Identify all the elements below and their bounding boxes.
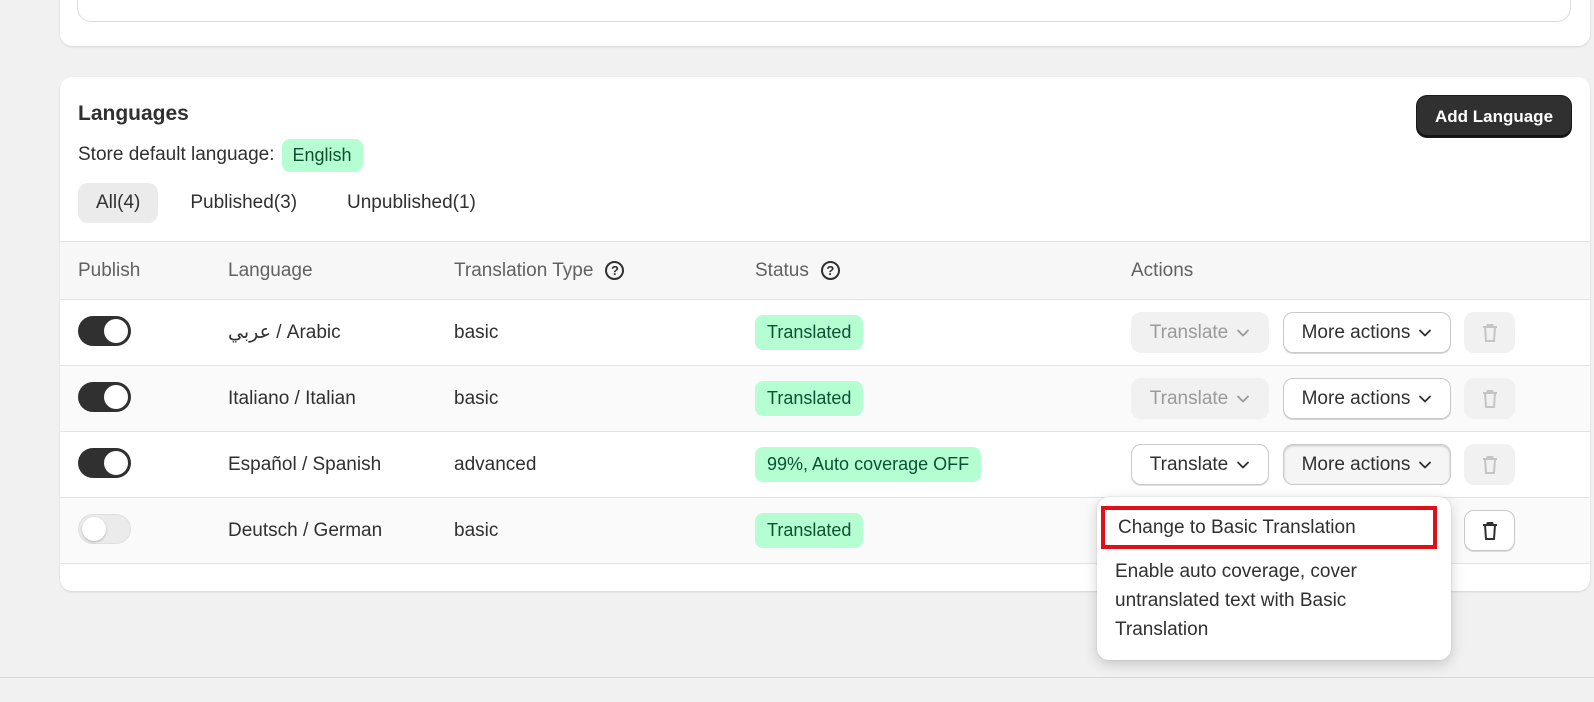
header-status-label: Status	[755, 259, 809, 281]
trash-icon	[1482, 323, 1497, 342]
toggle-knob	[104, 385, 128, 409]
language-name: Español / Spanish	[228, 453, 382, 475]
help-icon[interactable]: ?	[605, 261, 625, 280]
status-cell: Translated	[755, 498, 864, 563]
help-icon[interactable]: ?	[820, 261, 840, 280]
status-badge: Translated	[755, 315, 864, 350]
table-row: عربي / Arabic basic Translated Translate…	[60, 300, 1590, 366]
status-badge: Translated	[755, 381, 864, 416]
chevron-down-icon	[1237, 395, 1250, 402]
toggle-knob	[104, 451, 128, 475]
more-actions-button[interactable]: More actions	[1283, 444, 1451, 485]
add-language-button[interactable]: Add Language	[1417, 96, 1571, 137]
chevron-down-icon	[1419, 395, 1432, 402]
header-language: Language	[228, 259, 313, 281]
delete-button[interactable]	[1464, 444, 1515, 485]
status-badge: 99%, Auto coverage OFF	[755, 447, 982, 482]
toggle-knob	[82, 517, 106, 541]
trash-icon	[1482, 389, 1497, 408]
menu-item-change-to-basic[interactable]: Change to Basic Translation	[1101, 506, 1437, 549]
tab-published[interactable]: Published(3)	[172, 183, 315, 223]
status-cell: Translated	[755, 366, 864, 431]
tab-unpublished[interactable]: Unpublished(1)	[329, 183, 494, 223]
translate-button[interactable]: Translate	[1131, 378, 1269, 419]
header-status: Status ?	[755, 242, 840, 299]
default-language-label: Store default language:	[78, 144, 275, 165]
trash-icon	[1482, 455, 1497, 474]
more-actions-button[interactable]: More actions	[1283, 312, 1451, 353]
toggle-knob	[104, 319, 128, 343]
chevron-down-icon	[1237, 461, 1250, 468]
delete-button[interactable]	[1464, 312, 1515, 353]
divider	[0, 677, 1594, 678]
more-actions-label: More actions	[1301, 453, 1411, 475]
translate-button[interactable]: Translate	[1131, 312, 1269, 353]
table-row: Italiano / Italian basic Translated Tran…	[60, 366, 1590, 432]
header-publish: Publish	[78, 259, 141, 281]
translate-button[interactable]: Translate	[1131, 444, 1269, 485]
header-translation-type-label: Translation Type	[454, 259, 594, 281]
more-actions-button[interactable]: More actions	[1283, 378, 1451, 419]
publish-toggle[interactable]	[78, 514, 131, 544]
more-actions-label: More actions	[1301, 387, 1411, 409]
language-name: Italiano / Italian	[228, 387, 356, 409]
publish-toggle[interactable]	[78, 448, 131, 478]
delete-button[interactable]	[1464, 510, 1515, 551]
status-cell: Translated	[755, 300, 864, 365]
more-actions-menu: Change to Basic Translation Enable auto …	[1097, 497, 1451, 660]
default-language-badge: English	[281, 138, 363, 172]
table-row: Español / Spanish advanced 99%, Auto cov…	[60, 432, 1590, 498]
translation-type: basic	[454, 387, 499, 409]
previous-section-card	[60, 0, 1590, 46]
default-language-row: Store default language: English	[78, 138, 363, 172]
publish-toggle[interactable]	[78, 382, 131, 412]
translation-type: basic	[454, 321, 499, 343]
header-translation-type: Translation Type ?	[454, 242, 625, 299]
filter-tabs: All(4) Published(3) Unpublished(1)	[78, 183, 494, 223]
previous-section-field	[77, 0, 1571, 22]
tab-all[interactable]: All(4)	[78, 183, 159, 223]
status-cell: 99%, Auto coverage OFF	[755, 432, 982, 497]
header-actions: Actions	[1131, 259, 1194, 281]
translate-label: Translate	[1149, 321, 1229, 343]
trash-icon	[1482, 521, 1497, 540]
translate-label: Translate	[1149, 453, 1229, 475]
translate-label: Translate	[1149, 387, 1229, 409]
translation-type: basic	[454, 519, 499, 541]
more-actions-label: More actions	[1301, 321, 1411, 343]
delete-button[interactable]	[1464, 378, 1515, 419]
menu-item-enable-auto-coverage[interactable]: Enable auto coverage, cover untranslated…	[1115, 557, 1435, 644]
chevron-down-icon	[1419, 461, 1432, 468]
translation-type: advanced	[454, 453, 537, 475]
chevron-down-icon	[1419, 329, 1432, 336]
card-title: Languages	[78, 102, 189, 125]
chevron-down-icon	[1237, 329, 1250, 336]
language-name: عربي / Arabic	[228, 322, 341, 343]
language-name: Deutsch / German	[228, 519, 383, 541]
publish-toggle[interactable]	[78, 316, 131, 346]
status-badge: Translated	[755, 513, 864, 548]
table-header: Publish Language Translation Type ? Stat…	[60, 241, 1590, 300]
